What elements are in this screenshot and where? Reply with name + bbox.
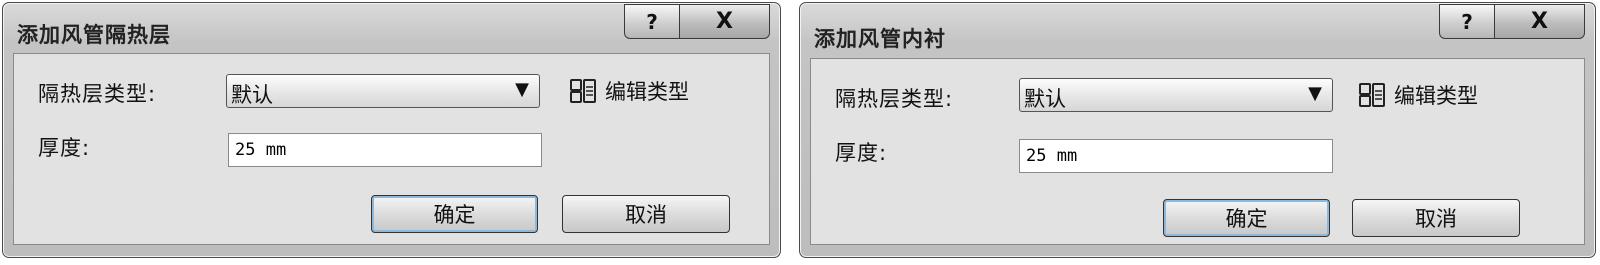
dialog-body: 隔热层类型: 默认 ▼ 编辑类型 厚度: 确定 取消 [810, 58, 1585, 245]
type-dropdown[interactable]: 默认 ▼ [1019, 78, 1333, 112]
thickness-field[interactable] [1019, 139, 1333, 173]
edit-type-icon [570, 79, 596, 103]
close-icon: X [716, 9, 733, 34]
add-duct-lining-dialog: 添加风管内衬 ? X 隔热层类型: 默认 ▼ 编辑类型 厚度: 25 mm 确定… [799, 2, 1596, 258]
caption-buttons: ? X [1439, 4, 1585, 39]
edit-type-button[interactable]: 编辑类型 [569, 76, 689, 106]
dialog-title: 添加风管内衬 [814, 27, 946, 51]
add-duct-insulation-dialog: 添加风管隔热层 ? X 隔热层类型: 默认 ▼ 编辑类型 厚度: 25 mm 确… [2, 2, 781, 258]
ok-button[interactable]: 确定 [371, 195, 538, 233]
cancel-button[interactable]: 取消 [1352, 199, 1520, 237]
caption-buttons: ? X [624, 4, 770, 39]
thickness-label: 厚度: [38, 136, 91, 160]
help-button[interactable]: ? [624, 4, 680, 39]
thickness-field[interactable] [228, 133, 542, 167]
thickness-input[interactable] [1020, 140, 1332, 172]
ok-button[interactable]: 确定 [1163, 199, 1330, 237]
close-button[interactable]: X [680, 4, 770, 39]
close-button[interactable]: X [1495, 4, 1585, 39]
edit-type-label: 编辑类型 [1394, 84, 1478, 108]
type-label: 隔热层类型: [38, 82, 157, 106]
dialog-body: 隔热层类型: 默认 ▼ 编辑类型 厚度: 确定 取消 [13, 53, 770, 245]
dialog-title: 添加风管隔热层 [17, 23, 171, 47]
help-icon: ? [1461, 9, 1473, 34]
thickness-label: 厚度: [835, 141, 888, 165]
cancel-button[interactable]: 取消 [562, 195, 730, 233]
dropdown-arrow-icon[interactable]: ▼ [515, 79, 529, 100]
help-icon: ? [646, 9, 658, 34]
type-dropdown[interactable]: 默认 ▼ [226, 74, 540, 108]
edit-type-label: 编辑类型 [605, 80, 689, 104]
dropdown-arrow-icon[interactable]: ▼ [1308, 83, 1322, 104]
type-dropdown-value: 默认 [231, 83, 273, 107]
help-button[interactable]: ? [1439, 4, 1495, 39]
edit-type-icon [1359, 83, 1385, 107]
thickness-input[interactable] [229, 134, 541, 166]
close-icon: X [1531, 9, 1548, 34]
edit-type-button[interactable]: 编辑类型 [1358, 80, 1478, 110]
type-dropdown-value: 默认 [1024, 87, 1066, 111]
type-label: 隔热层类型: [835, 87, 954, 111]
